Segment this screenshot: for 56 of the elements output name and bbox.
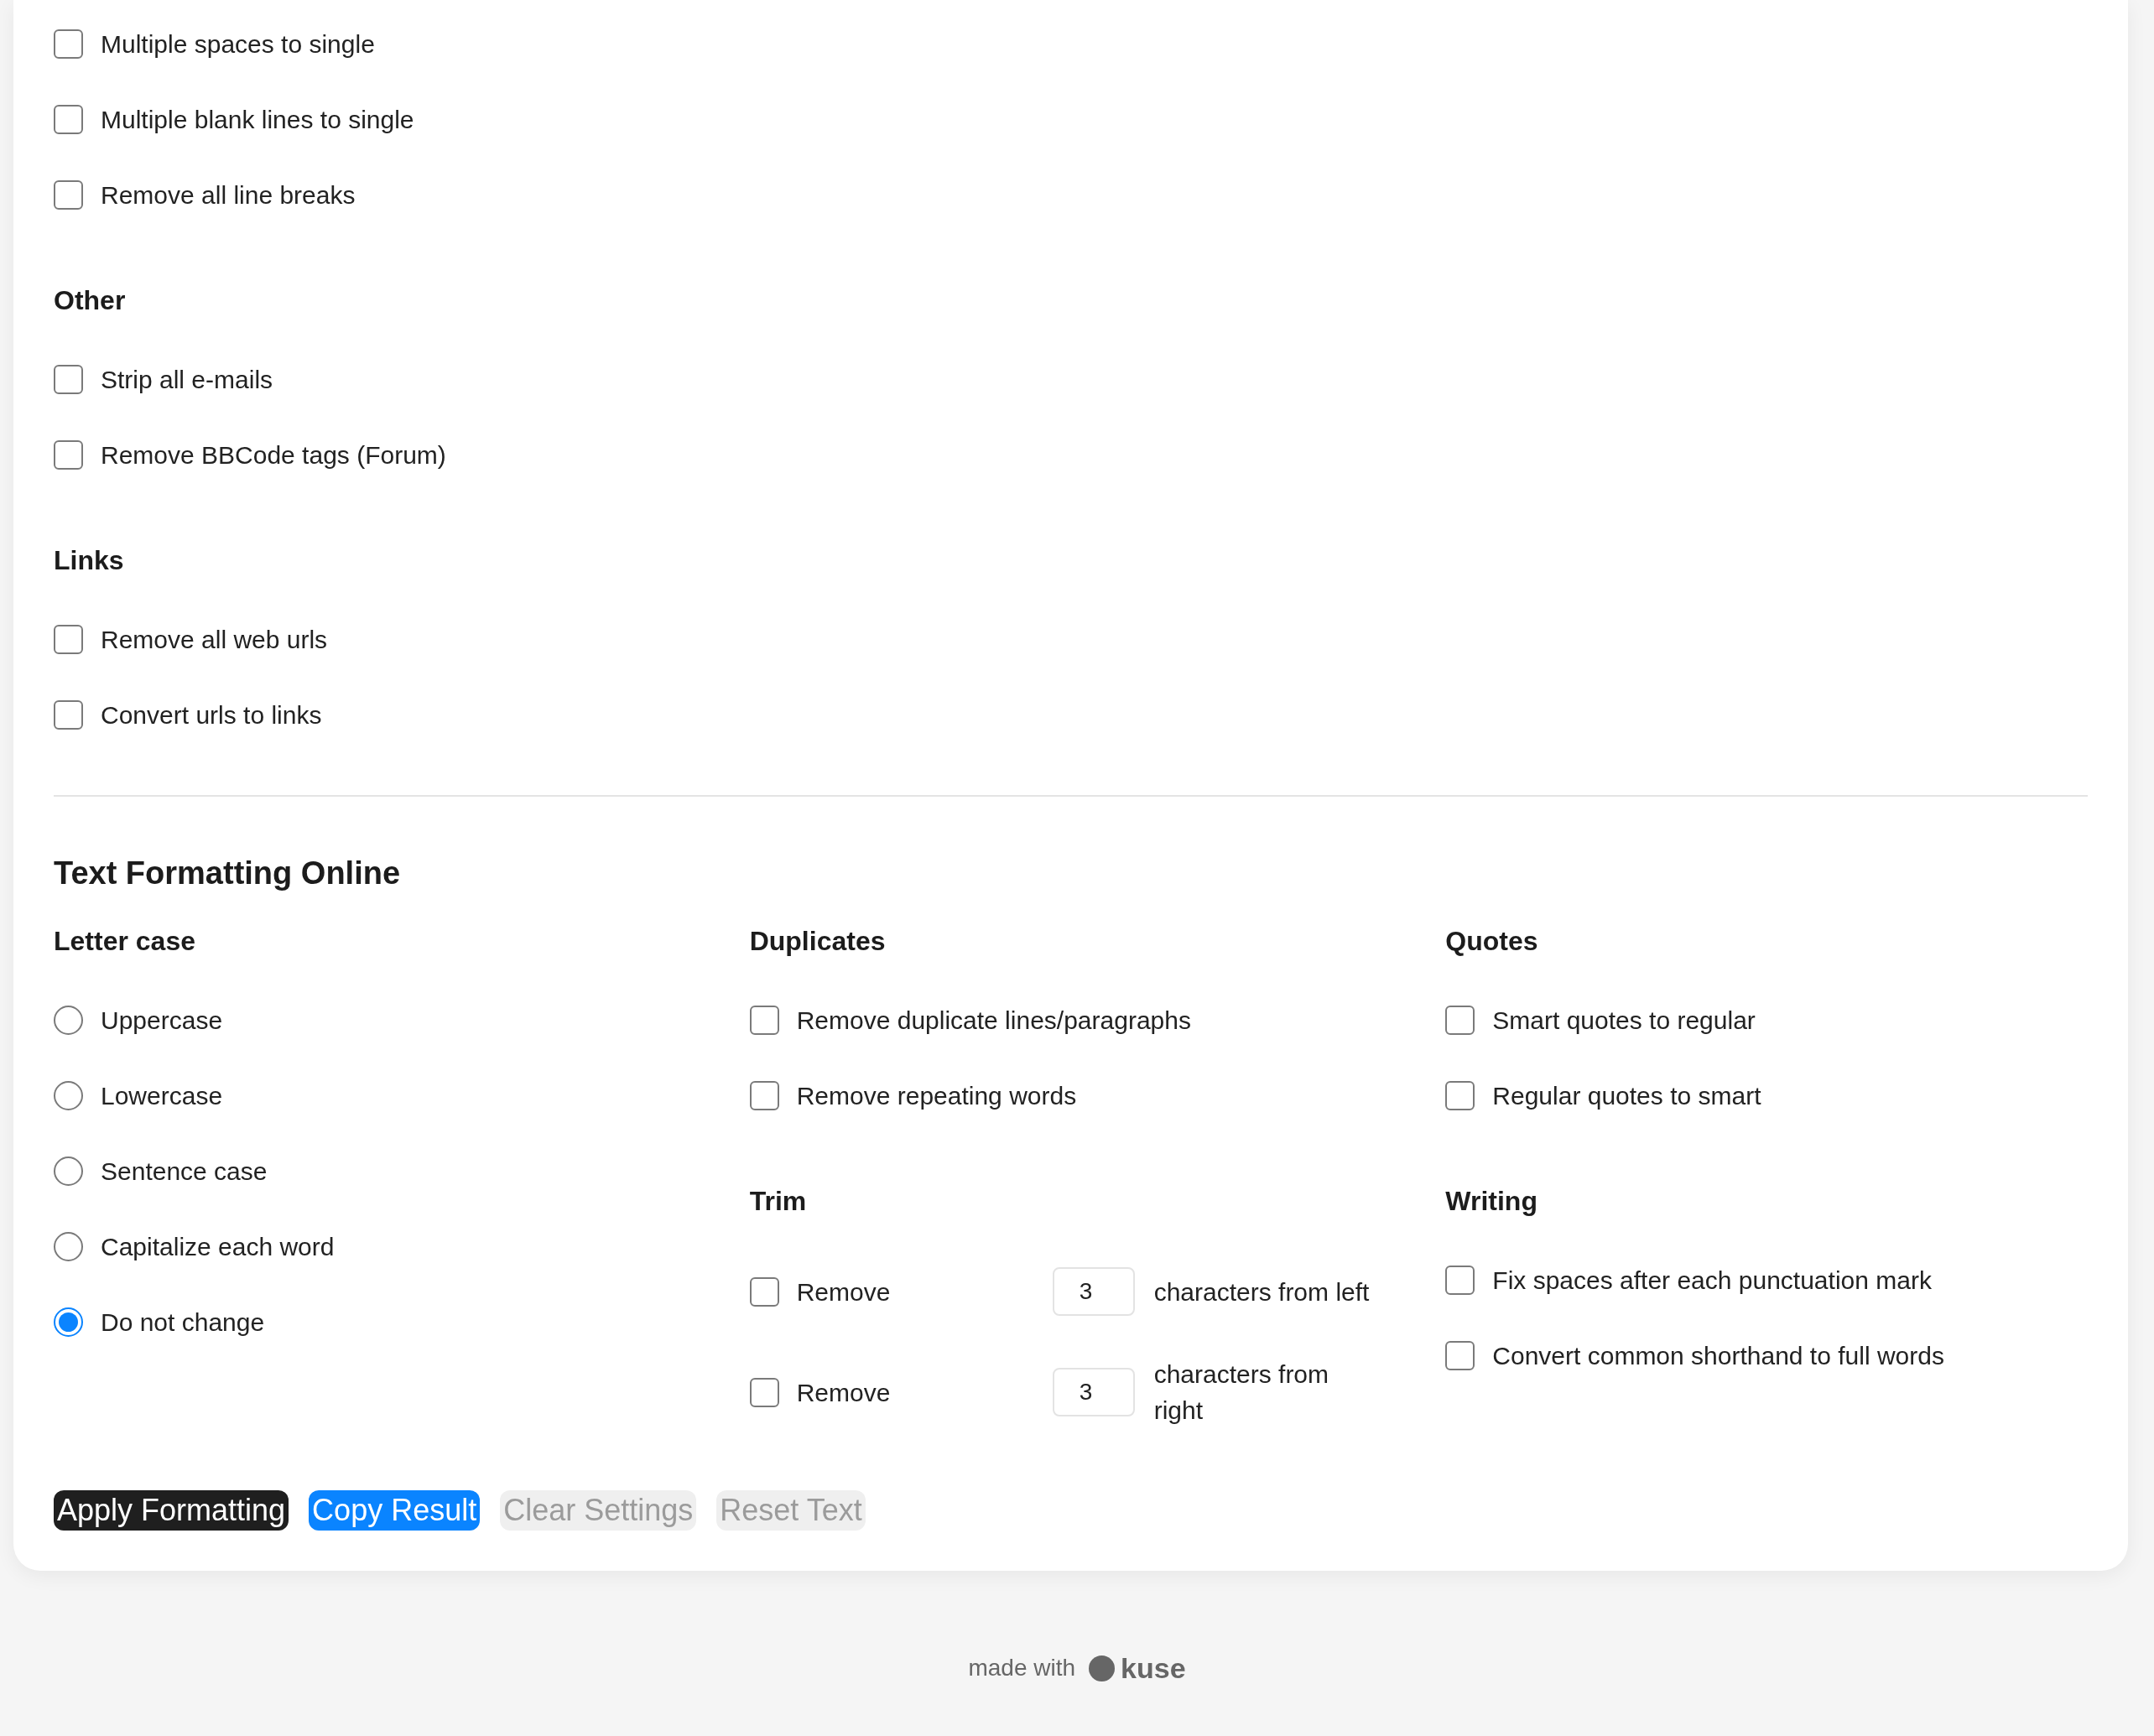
checkbox[interactable] (54, 700, 83, 730)
section-title: Text Formatting Online (54, 855, 402, 892)
checkbox[interactable] (1445, 1081, 1475, 1110)
checkbox[interactable] (1445, 1006, 1475, 1035)
option-label: Remove repeating words (796, 1081, 1077, 1111)
option-label: Remove all web urls (101, 625, 328, 655)
radio-button[interactable] (54, 1156, 83, 1186)
option-label: Capitalize each word (101, 1232, 335, 1262)
option-label: Strip all e-mails (101, 365, 273, 395)
checkbox[interactable] (749, 1006, 779, 1035)
option-label: Remove all line breaks (101, 180, 356, 211)
section-heading: Other (54, 284, 127, 317)
option-label: Regular quotes to smart (1492, 1081, 1761, 1111)
option-label: Remove (796, 1276, 891, 1307)
checkbox[interactable] (54, 365, 83, 394)
option-label: Multiple blank lines to single (101, 105, 414, 135)
section-heading: Writing (1445, 1185, 1538, 1218)
checkbox[interactable] (54, 105, 83, 134)
action-button[interactable]: Apply Formatting (54, 1490, 289, 1531)
footer-text: made with (968, 1654, 1076, 1682)
section-heading: Trim (749, 1185, 808, 1218)
checkbox[interactable] (54, 180, 83, 210)
option-label: Convert common shorthand to full words (1492, 1341, 1944, 1371)
checkbox[interactable] (1445, 1341, 1475, 1370)
option-label: Smart quotes to regular (1492, 1006, 1756, 1036)
checkbox[interactable] (1445, 1266, 1475, 1295)
number-field[interactable]: 3 (1052, 1267, 1135, 1316)
number-field[interactable]: 3 (1052, 1368, 1135, 1416)
option-label: Do not change (101, 1307, 265, 1338)
action-button[interactable]: Copy Result (309, 1490, 481, 1531)
section-heading: Duplicates (749, 925, 887, 958)
checkbox[interactable] (54, 440, 83, 470)
option-label: Fix spaces after each punctuation mark (1492, 1266, 1932, 1296)
option-label: Remove duplicate lines/paragraphs (796, 1006, 1191, 1036)
radio-button[interactable] (54, 1307, 83, 1337)
checkbox[interactable] (749, 1377, 779, 1407)
checkbox[interactable] (54, 29, 83, 59)
radio-button[interactable] (54, 1081, 83, 1110)
section-heading: Quotes (1445, 925, 1539, 958)
option-label: Remove BBCode tags (Forum) (101, 440, 446, 470)
option-label: Multiple spaces to single (101, 29, 375, 60)
checkbox[interactable] (749, 1081, 779, 1110)
brand-wordmark: kuse (1121, 1651, 1186, 1685)
checkbox[interactable] (54, 625, 83, 654)
radio-button[interactable] (54, 1232, 83, 1261)
option-label: Uppercase (101, 1006, 223, 1036)
option-label: characters from right (1153, 1359, 1330, 1426)
option-label: Remove (796, 1377, 891, 1408)
checkbox[interactable] (749, 1276, 779, 1307)
option-label: Convert urls to links (101, 700, 322, 730)
section-heading: Letter case (54, 925, 196, 958)
radio-button[interactable] (54, 1006, 83, 1035)
section-heading: Links (54, 544, 125, 577)
option-label: characters from left (1153, 1276, 1371, 1307)
option-label: Sentence case (101, 1156, 268, 1187)
option-label: Lowercase (101, 1081, 223, 1111)
